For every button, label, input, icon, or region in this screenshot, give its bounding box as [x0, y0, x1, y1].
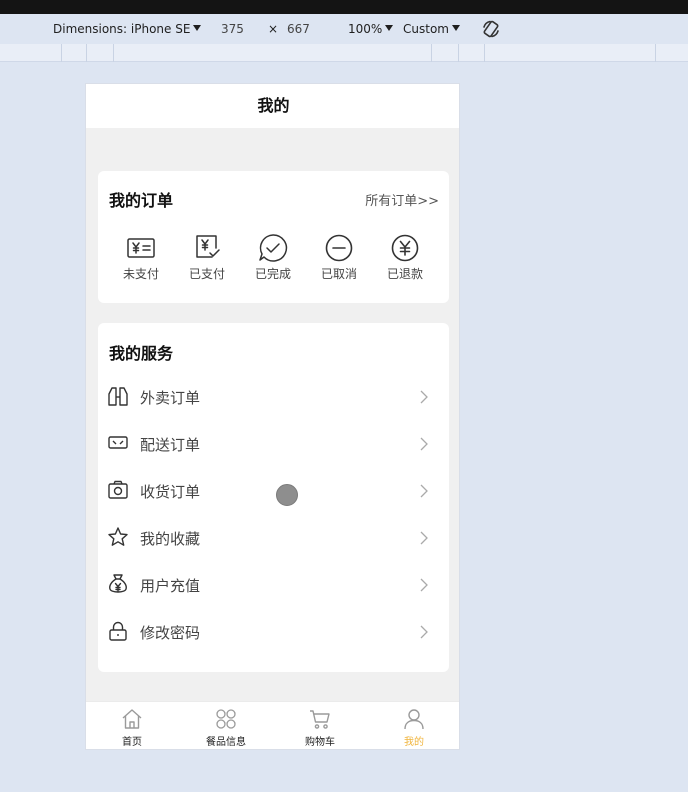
- cart-icon: [310, 710, 330, 729]
- zoom-select[interactable]: 100%: [348, 22, 394, 36]
- chevron-right-icon: [420, 437, 428, 451]
- orders-title: 我的订单: [109, 191, 174, 210]
- dimension-times: ×: [268, 22, 279, 36]
- yen-circle-icon: [391, 234, 419, 262]
- service-item-takeout[interactable]: 外卖订单: [98, 377, 449, 417]
- grid-icon: [216, 709, 236, 729]
- order-status-completed[interactable]: 已完成: [243, 233, 303, 282]
- service-item-label: 我的收藏: [140, 530, 201, 548]
- device-select[interactable]: Dimensions: iPhone SE: [53, 22, 202, 36]
- tab-label: 餐品信息: [206, 737, 246, 748]
- caret-down-icon: [385, 25, 394, 31]
- caret-down-icon: [451, 25, 460, 31]
- delivery-icon: [108, 436, 128, 449]
- chevron-right-icon: [420, 625, 428, 639]
- rotate-icon[interactable]: [481, 19, 501, 39]
- width-input[interactable]: 375: [221, 22, 244, 36]
- camera-icon: [108, 480, 128, 499]
- chevron-right-icon: [420, 531, 428, 545]
- order-status-cancelled[interactable]: 已取消: [309, 233, 369, 282]
- star-icon: [108, 527, 128, 546]
- zoom-label: 100%: [348, 22, 383, 36]
- service-item-recharge[interactable]: 用户充值: [98, 565, 449, 605]
- device-toolbar: Dimensions: iPhone SE 375 × 667 100% Cus…: [0, 14, 688, 44]
- order-status-label: 已完成: [254, 267, 291, 281]
- service-item-label: 修改密码: [140, 624, 201, 642]
- device-label: Dimensions: iPhone SE: [53, 22, 191, 36]
- service-item-receive[interactable]: 收货订单: [98, 471, 449, 511]
- chevron-right-icon: [420, 390, 428, 404]
- home-icon: [122, 709, 142, 729]
- throttle-select[interactable]: Custom: [403, 22, 460, 36]
- order-status-label: 已退款: [386, 267, 423, 281]
- tab-label: 首页: [122, 737, 142, 748]
- order-status-refunded[interactable]: 已退款: [375, 233, 435, 282]
- check-bubble-icon: [259, 234, 288, 262]
- takeout-icon: [108, 387, 128, 406]
- throttle-label: Custom: [403, 22, 449, 36]
- caret-down-icon: [193, 25, 202, 31]
- service-item-label: 外卖订单: [140, 389, 201, 407]
- yen-receipt-check-icon: [196, 235, 220, 258]
- order-status-paid[interactable]: 已支付: [177, 233, 237, 282]
- lock-icon: [109, 621, 127, 641]
- yen-bill-icon: [127, 238, 155, 258]
- tab-home[interactable]: 首页: [97, 708, 167, 748]
- service-item-label: 用户充值: [140, 577, 201, 595]
- tab-label: 购物车: [305, 737, 335, 748]
- order-status-label: 已取消: [320, 267, 357, 281]
- browser-top-strip: [0, 0, 688, 14]
- tab-profile[interactable]: 我的: [379, 708, 449, 748]
- order-status-label: 已支付: [188, 267, 225, 281]
- chevron-right-icon: [420, 484, 428, 498]
- money-bag-icon: [109, 574, 127, 593]
- order-status-label: 未支付: [122, 267, 159, 281]
- chevron-right-icon: [420, 578, 428, 592]
- height-input[interactable]: 667: [287, 22, 310, 36]
- order-status-unpaid[interactable]: 未支付: [111, 233, 171, 282]
- service-item-label: 配送订单: [140, 436, 201, 454]
- tab-cart[interactable]: 购物车: [285, 708, 355, 748]
- user-icon: [404, 709, 424, 730]
- orders-card: 我的订单 所有订单>> 未支付 已支付 已完成 已取消 已退款: [98, 171, 449, 303]
- services-card: 我的服务 外卖订单 配送订单 收货订单 我的收藏 用户充值 修改密码: [98, 323, 449, 672]
- service-item-label: 收货订单: [140, 483, 201, 501]
- service-item-favorites[interactable]: 我的收藏: [98, 518, 449, 558]
- all-orders-link[interactable]: 所有订单>>: [365, 190, 439, 209]
- services-title: 我的服务: [109, 344, 174, 363]
- page-title: 我的: [86, 84, 459, 128]
- tab-menu[interactable]: 餐品信息: [191, 708, 261, 748]
- device-viewport: 我的 我的订单 所有订单>> 未支付 已支付 已完成 已取消 已退款 我的服务 …: [85, 83, 460, 750]
- minus-circle-icon: [325, 234, 353, 262]
- service-item-delivery[interactable]: 配送订单: [98, 424, 449, 464]
- service-item-change-password[interactable]: 修改密码: [98, 612, 449, 652]
- touch-cursor: [276, 484, 298, 506]
- tab-label: 我的: [404, 737, 424, 748]
- media-query-ruler: [0, 44, 688, 62]
- tab-bar: 首页 餐品信息 购物车 我的: [86, 701, 459, 749]
